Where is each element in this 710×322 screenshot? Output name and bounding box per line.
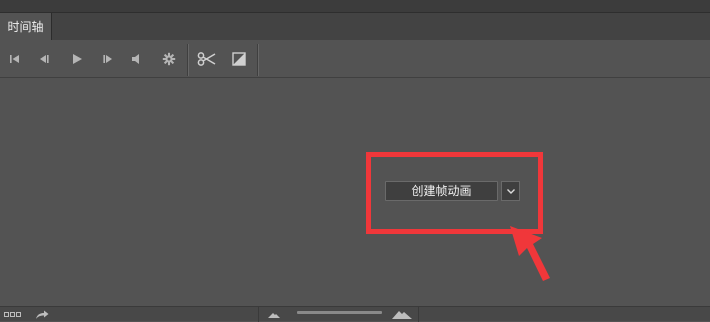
annotation-arrow bbox=[510, 226, 550, 281]
zoom-out-mountain-icon[interactable] bbox=[268, 309, 280, 320]
audio-icon[interactable] bbox=[127, 50, 145, 68]
tab-timeline[interactable]: 时间轴 bbox=[0, 13, 52, 41]
zoom-slider-track[interactable] bbox=[297, 311, 382, 314]
transition-icon[interactable] bbox=[230, 50, 248, 68]
timeline-toolbar bbox=[0, 40, 710, 78]
panel-top-bar bbox=[0, 0, 710, 12]
toolbar-divider bbox=[187, 44, 189, 76]
frames-icon[interactable] bbox=[4, 309, 22, 320]
next-frame-icon[interactable] bbox=[99, 50, 117, 68]
bottom-divider bbox=[258, 307, 259, 322]
previous-frame-icon[interactable] bbox=[35, 50, 53, 68]
convert-arrow-icon[interactable] bbox=[35, 309, 49, 320]
toolbar-divider bbox=[257, 44, 259, 76]
panel-tab-strip: 时间轴 bbox=[0, 12, 710, 41]
first-frame-icon[interactable] bbox=[6, 50, 24, 68]
split-scissors-icon[interactable] bbox=[196, 50, 218, 68]
play-icon[interactable] bbox=[68, 50, 86, 68]
bottom-divider bbox=[418, 307, 419, 322]
settings-gear-icon[interactable] bbox=[160, 50, 178, 68]
zoom-in-mountain-icon[interactable] bbox=[392, 309, 412, 320]
timeline-work-area bbox=[0, 78, 710, 306]
panel-bottom-bar bbox=[0, 306, 710, 322]
